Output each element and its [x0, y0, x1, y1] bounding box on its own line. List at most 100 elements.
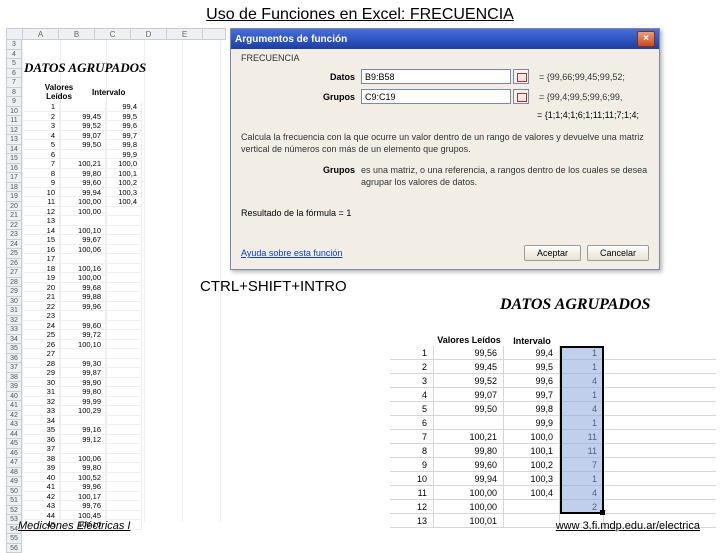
arg-input-grupos[interactable] — [361, 89, 511, 104]
col-header[interactable]: D — [131, 29, 167, 39]
col-header[interactable]: E — [167, 29, 203, 39]
row-header[interactable]: 10 — [6, 107, 22, 117]
table-row[interactable]: 16100,06 — [24, 245, 142, 255]
table-row[interactable]: 2499,60 — [24, 321, 142, 331]
cancel-button[interactable]: Cancelar — [587, 245, 649, 261]
table-row[interactable]: 2199,88 — [24, 292, 142, 302]
table-row[interactable]: 399,5299,6 — [24, 121, 142, 131]
row-header[interactable]: 14 — [6, 145, 22, 155]
row-header[interactable]: 13 — [6, 135, 22, 145]
dialog-titlebar[interactable]: Argumentos de función × — [231, 29, 659, 49]
col-header[interactable]: C — [95, 29, 131, 39]
table-row[interactable]: 13 — [24, 216, 142, 226]
table-row[interactable]: 23 — [24, 311, 142, 321]
row-header[interactable]: 21 — [6, 211, 22, 221]
row-header[interactable]: 50 — [6, 487, 22, 497]
row-header[interactable]: 9 — [6, 97, 22, 107]
row-header[interactable]: 20 — [6, 202, 22, 212]
row-header[interactable]: 52 — [6, 506, 22, 516]
row-header[interactable]: 30 — [6, 297, 22, 307]
row-header[interactable]: 37 — [6, 363, 22, 373]
table-row[interactable]: 2599,72 — [24, 330, 142, 340]
row-header[interactable]: 31 — [6, 306, 22, 316]
row-header[interactable]: 19 — [6, 192, 22, 202]
row-header[interactable]: 23 — [6, 230, 22, 240]
close-icon[interactable]: × — [637, 31, 655, 47]
row-header[interactable]: 40 — [6, 392, 22, 402]
row-header[interactable]: 32 — [6, 316, 22, 326]
row-header[interactable]: 34 — [6, 335, 22, 345]
table-row[interactable]: 2299,96 — [24, 302, 142, 312]
row-header[interactable]: 55 — [6, 534, 22, 544]
row-header[interactable]: 6 — [6, 69, 22, 79]
table-row[interactable]: 7100,21100,0 — [24, 159, 142, 169]
table-row[interactable]: 42100,17 — [24, 492, 142, 502]
row-header[interactable]: 49 — [6, 477, 22, 487]
row-header[interactable]: 48 — [6, 468, 22, 478]
table-row[interactable]: 2099,68 — [24, 283, 142, 293]
table-row[interactable]: 19100,00 — [24, 273, 142, 283]
table-row[interactable]: 2999,87 — [24, 368, 142, 378]
table-row[interactable]: 299,4599,5 — [24, 112, 142, 122]
help-link[interactable]: Ayuda sobre esta función — [241, 248, 342, 258]
table-row[interactable]: 4199,96 — [24, 482, 142, 492]
table-row[interactable]: 11100,00100,4 — [24, 197, 142, 207]
table-row[interactable]: 3999,80 — [24, 463, 142, 473]
table-row[interactable]: 899,80100,1 — [24, 169, 142, 179]
table-row[interactable]: 999,60100,2 — [24, 178, 142, 188]
ok-button[interactable]: Aceptar — [524, 245, 581, 261]
row-header[interactable]: 42 — [6, 411, 22, 421]
arg-input-datos[interactable] — [361, 69, 511, 84]
table-row[interactable]: 4399,76 — [24, 501, 142, 511]
row-header[interactable]: 15 — [6, 154, 22, 164]
row-header[interactable]: 29 — [6, 287, 22, 297]
col-header[interactable]: B — [59, 29, 95, 39]
table-row[interactable]: 199,4 — [24, 102, 142, 112]
table-row[interactable]: 12100,00 — [24, 207, 142, 217]
table-row[interactable]: 199,5699,41 — [390, 346, 716, 360]
row-header[interactable]: 27 — [6, 268, 22, 278]
row-header[interactable]: 4 — [6, 50, 22, 60]
table-row[interactable]: 37 — [24, 444, 142, 454]
table-row[interactable]: 699,9 — [24, 150, 142, 160]
table-row[interactable]: 7100,21100,011 — [390, 430, 716, 444]
table-row[interactable]: 44100,45 — [24, 511, 142, 521]
table-row[interactable]: 899,80100,111 — [390, 444, 716, 458]
row-header[interactable]: 38 — [6, 373, 22, 383]
table-row[interactable]: 1099,94100,31 — [390, 472, 716, 486]
row-header[interactable]: 18 — [6, 183, 22, 193]
row-header[interactable]: 47 — [6, 458, 22, 468]
table-row[interactable]: 3599,16 — [24, 425, 142, 435]
row-header[interactable]: 44 — [6, 430, 22, 440]
table-row[interactable]: 34 — [24, 416, 142, 426]
row-header[interactable]: 8 — [6, 88, 22, 98]
table-row[interactable]: 599,5099,84 — [390, 402, 716, 416]
table-row[interactable]: 999,60100,27 — [390, 458, 716, 472]
range-selector-icon[interactable] — [513, 89, 529, 104]
row-header[interactable]: 39 — [6, 382, 22, 392]
table-row[interactable]: 33100,29 — [24, 406, 142, 416]
table-row[interactable]: 599,5099,8 — [24, 140, 142, 150]
row-header[interactable]: 17 — [6, 173, 22, 183]
table-row[interactable]: 399,5299,64 — [390, 374, 716, 388]
row-header[interactable]: 26 — [6, 259, 22, 269]
table-row[interactable]: 27 — [24, 349, 142, 359]
row-header[interactable]: 3 — [6, 40, 22, 50]
row-header[interactable]: 11 — [6, 116, 22, 126]
table-row[interactable]: 18100,16 — [24, 264, 142, 274]
row-header[interactable]: 5 — [6, 59, 22, 69]
row-header[interactable]: 51 — [6, 496, 22, 506]
table-row[interactable]: 3199,80 — [24, 387, 142, 397]
data-table-left[interactable]: 199,4299,4599,5399,5299,6499,0799,7599,5… — [24, 102, 142, 530]
range-selector-icon[interactable] — [513, 69, 529, 84]
table-row[interactable]: 299,4599,51 — [390, 360, 716, 374]
row-header[interactable]: 45 — [6, 439, 22, 449]
table-row[interactable]: 1099,94100,3 — [24, 188, 142, 198]
row-header[interactable]: 41 — [6, 401, 22, 411]
table-row[interactable]: 40100,52 — [24, 473, 142, 483]
table-row[interactable]: 1599,67 — [24, 235, 142, 245]
row-header[interactable]: 12 — [6, 126, 22, 136]
table-row[interactable]: 499,0799,7 — [24, 131, 142, 141]
row-header[interactable]: 33 — [6, 325, 22, 335]
row-header[interactable]: 56 — [6, 544, 22, 553]
